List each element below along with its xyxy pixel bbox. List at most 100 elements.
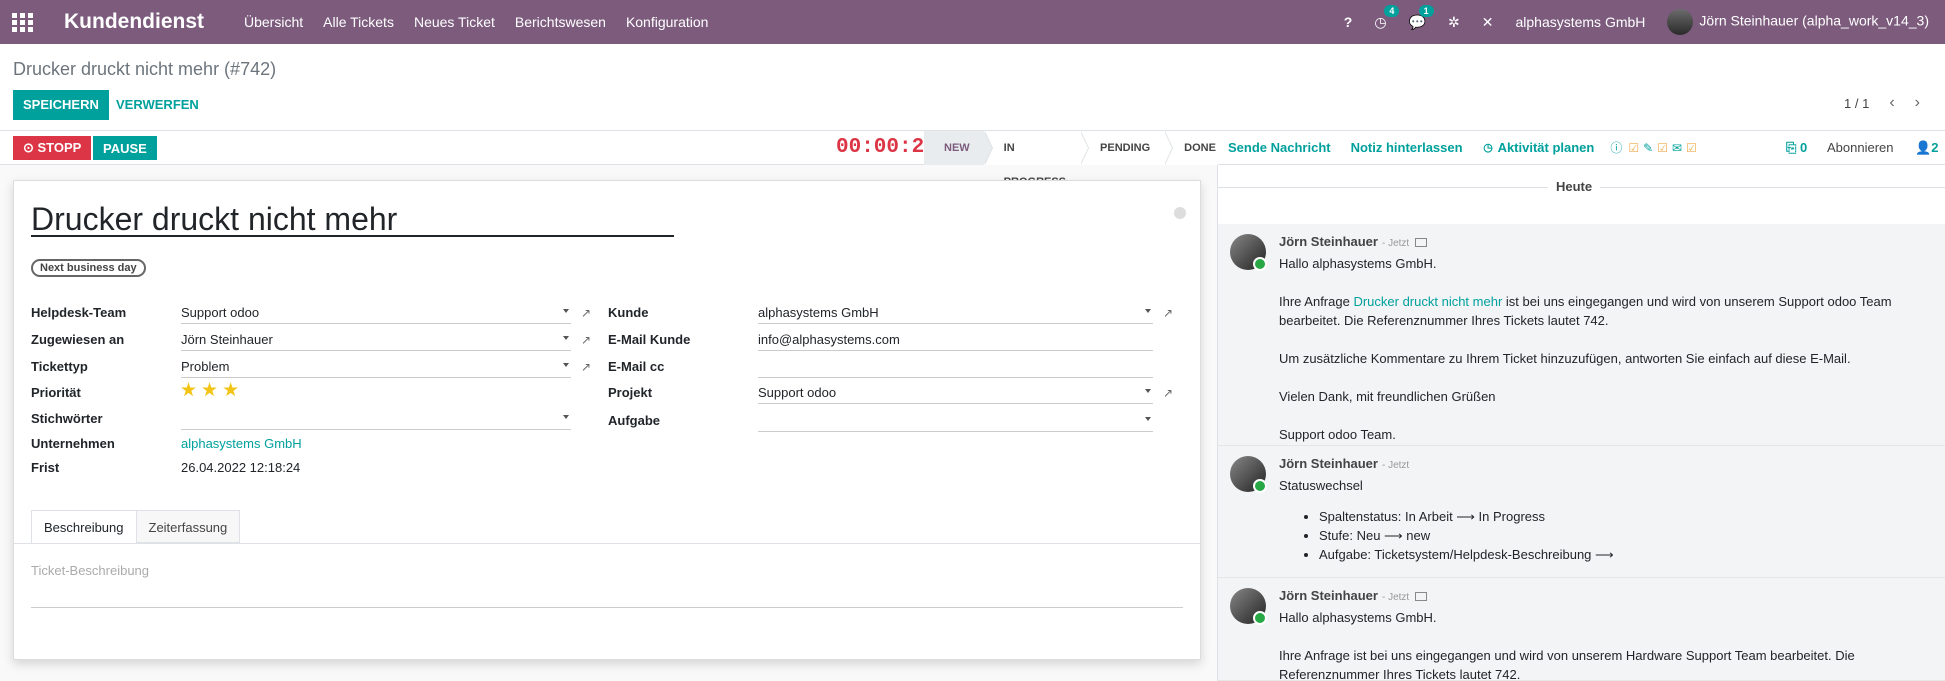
tracking-item: Aufgabe: Ticketsystem/Helpdesk-Beschreib…	[1319, 545, 1929, 564]
message-author: Jörn Steinhauer - Jetzt	[1279, 456, 1409, 471]
checkbox-icon[interactable]: ☑	[1686, 141, 1697, 155]
tools-icon[interactable]: ✕	[1482, 14, 1494, 31]
tracking-item: Spaltenstatus: In Arbeit ⟶ In Progress	[1319, 507, 1929, 526]
task-field[interactable]	[758, 413, 1153, 432]
help-icon[interactable]: ?	[1344, 14, 1353, 30]
control-panel: Drucker druckt nicht mehr (#742) SPEICHE…	[0, 44, 1945, 131]
chevron-down-icon	[563, 309, 569, 313]
project-label: Projekt	[608, 385, 653, 400]
message-greeting: Hallo alphasystems GmbH.	[1279, 256, 1437, 271]
deadline-value[interactable]: 26.04.2022 12:18:24	[181, 460, 571, 479]
author-avatar[interactable]	[1230, 588, 1267, 625]
chevron-down-icon	[1145, 309, 1151, 313]
attachments-button[interactable]: ⎘ 0	[1786, 140, 1807, 156]
checkbox-icon[interactable]: ☑	[1657, 141, 1668, 155]
pager-previous-icon[interactable]: ‹	[1889, 94, 1894, 112]
team-field[interactable]: Support odoo	[181, 305, 571, 324]
company-label: Unternehmen	[31, 436, 115, 451]
pause-button[interactable]: PAUSE	[93, 136, 157, 160]
star-icon[interactable]: ★	[201, 380, 222, 401]
company-switcher[interactable]: alphasystems GmbH	[1515, 14, 1645, 30]
customer-field[interactable]: alphasystems GmbH	[758, 305, 1153, 324]
stage-new[interactable]: NEW	[924, 131, 993, 165]
activity-badge: 4	[1384, 4, 1400, 17]
tab-timesheets[interactable]: Zeiterfassung	[136, 510, 241, 543]
debug-bug-icon[interactable]: ✲	[1448, 14, 1460, 31]
tags-field[interactable]	[181, 411, 571, 430]
author-name[interactable]: Jörn Steinhauer	[1279, 234, 1378, 249]
author-avatar[interactable]	[1230, 234, 1267, 271]
external-link-icon[interactable]: ↗	[581, 333, 594, 347]
description-editor[interactable]: Ticket-Beschreibung	[31, 563, 1183, 608]
star-icon[interactable]: ★	[222, 380, 243, 401]
stage-in-progress[interactable]: IN PROGRESS	[983, 131, 1090, 188]
pager-next-icon[interactable]: ›	[1915, 94, 1920, 112]
stop-button[interactable]: ⊙ STOPP	[13, 136, 92, 160]
message: Jörn Steinhauer- Jetzt Statuswechsel Spa…	[1218, 446, 1945, 578]
team-label: Helpdesk-Team	[31, 305, 127, 320]
kanban-state-dot[interactable]	[1174, 207, 1186, 219]
schedule-activity-button[interactable]: ◷ Aktivität planen	[1483, 140, 1594, 155]
chevron-down-icon	[563, 336, 569, 340]
ticket-link[interactable]: Drucker druckt nicht mehr	[1353, 294, 1502, 309]
edit-icon[interactable]: ✎	[1643, 141, 1653, 155]
customer-label: Kunde	[608, 305, 649, 320]
app-name[interactable]: Kundendienst	[64, 10, 204, 34]
priority-stars[interactable]: ★★★	[180, 379, 243, 402]
message-body: Hallo alphasystems GmbH. Ihre Anfrage is…	[1279, 608, 1929, 681]
email-field[interactable]: info@alphasystems.com	[758, 332, 1153, 351]
top-menu: Übersicht Alle Tickets Neues Ticket Beri…	[244, 14, 728, 30]
user-menu[interactable]: Jörn Steinhauer (alpha_work_v14_3)	[1667, 9, 1929, 35]
email-label: E-Mail Kunde	[608, 332, 691, 347]
apps-menu-icon[interactable]	[12, 11, 34, 33]
team-value: Support odoo	[181, 305, 260, 320]
external-link-icon[interactable]: ↗	[581, 306, 594, 320]
info-icon[interactable]: ⓘ	[1610, 139, 1622, 156]
envelope-icon[interactable]: ✉	[1672, 141, 1682, 155]
tab-description[interactable]: Beschreibung	[31, 510, 137, 543]
messages-icon[interactable]: 💬 1	[1409, 4, 1434, 31]
follow-button[interactable]: Abonnieren	[1827, 140, 1894, 155]
assigned-field[interactable]: Jörn Steinhauer	[181, 332, 571, 351]
chatter: Sende Nachricht Notiz hinterlassen ◷ Akti…	[1218, 131, 1945, 681]
day-label: Heute	[1548, 179, 1601, 194]
discard-button[interactable]: VERWERFEN	[116, 97, 199, 112]
activity-icon[interactable]: ◷ 4	[1374, 4, 1400, 31]
menu-overview[interactable]: Übersicht	[244, 14, 303, 30]
stage-pending[interactable]: PENDING	[1080, 131, 1174, 165]
log-note-button[interactable]: Notiz hinterlassen	[1351, 140, 1463, 155]
form-view: ⊙ STOPP PAUSE 00:00:26 NEW IN PROGRESS P…	[0, 131, 1230, 681]
save-button[interactable]: SPEICHERN	[13, 90, 109, 120]
stop-label: STOPP	[37, 140, 82, 155]
checkbox-icon[interactable]: ☑	[1628, 141, 1639, 155]
external-link-icon[interactable]: ↗	[1163, 306, 1176, 320]
ticket-title-input[interactable]: Drucker druckt nicht mehr	[31, 201, 674, 237]
send-message-button[interactable]: Sende Nachricht	[1228, 140, 1331, 155]
message-paragraph: Um zusätzliche Kommentare zu Ihrem Ticke…	[1279, 351, 1851, 366]
user-name: Jörn Steinhauer (alpha_work_v14_3)	[1699, 12, 1929, 29]
cc-field[interactable]	[758, 359, 1153, 378]
menu-reporting[interactable]: Berichtswesen	[515, 14, 606, 30]
tracking-title: Statuswechsel	[1279, 478, 1363, 493]
company-link[interactable]: alphasystems GmbH	[181, 436, 571, 455]
message-paragraph: Ihre Anfrage ist bei uns eingegangen und…	[1279, 648, 1855, 681]
external-link-icon[interactable]: ↗	[1163, 386, 1176, 400]
stage-pipeline: NEW IN PROGRESS PENDING DONE	[924, 131, 1230, 188]
paperclip-icon: ⎘	[1786, 139, 1797, 155]
type-label: Tickettyp	[31, 359, 88, 374]
pager-value[interactable]: 1 / 1	[1844, 96, 1869, 111]
star-icon[interactable]: ★	[180, 380, 201, 401]
external-link-icon[interactable]: ↗	[581, 360, 594, 374]
timer: 00:00:26	[836, 136, 937, 159]
messages-badge: 1	[1418, 4, 1434, 17]
followers-button[interactable]: 👤2	[1915, 140, 1938, 156]
cc-label: E-Mail cc	[608, 359, 665, 374]
type-field[interactable]: Problem	[181, 359, 571, 378]
author-avatar[interactable]	[1230, 456, 1267, 493]
project-field[interactable]: Support odoo	[758, 385, 1153, 404]
menu-configuration[interactable]: Konfiguration	[626, 14, 709, 30]
menu-all-tickets[interactable]: Alle Tickets	[323, 14, 394, 30]
author-name[interactable]: Jörn Steinhauer	[1279, 588, 1378, 603]
menu-new-ticket[interactable]: Neues Ticket	[414, 14, 495, 30]
author-name[interactable]: Jörn Steinhauer	[1279, 456, 1378, 471]
